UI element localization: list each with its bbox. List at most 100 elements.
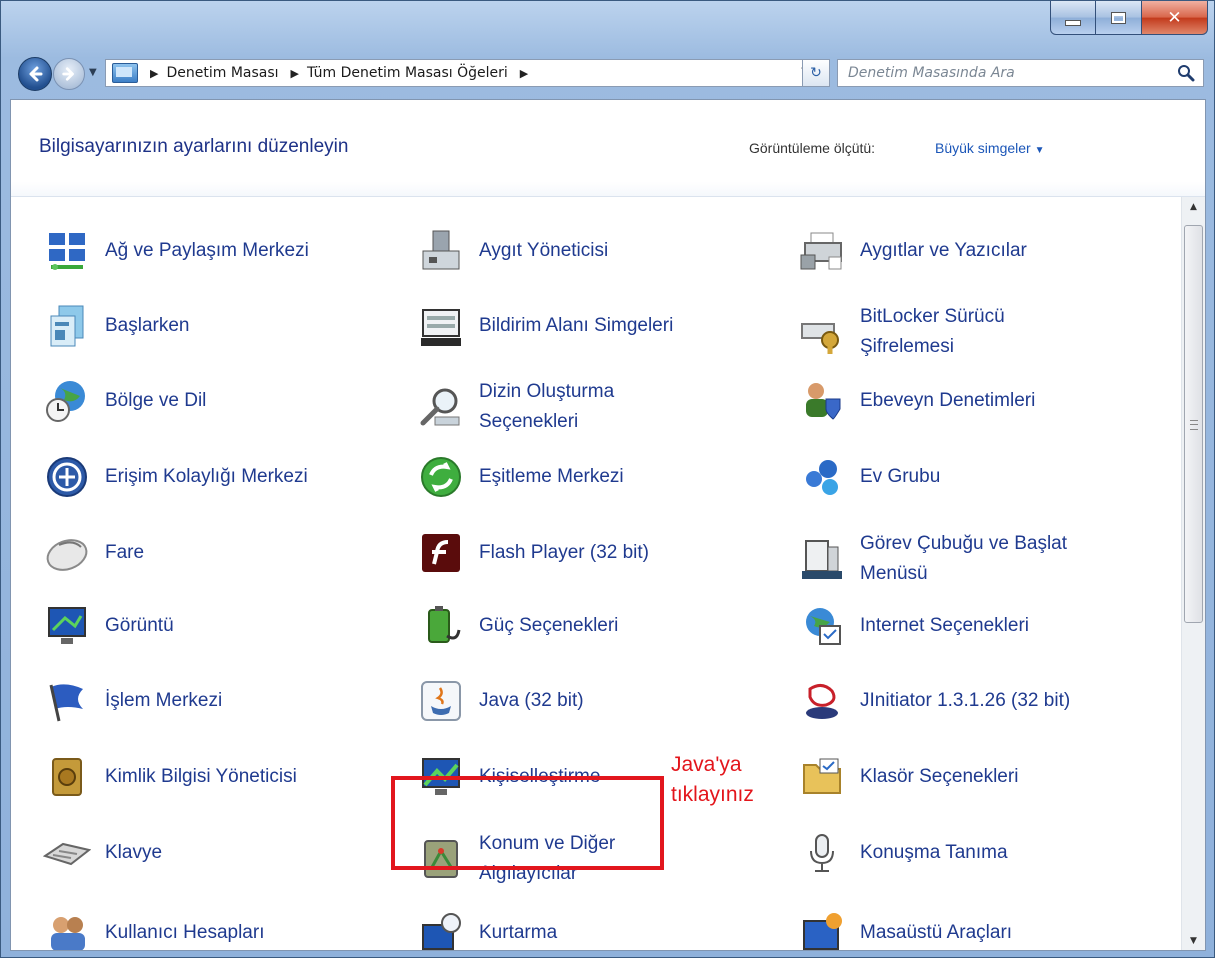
item-label[interactable]: Masaüstü Araçları: [860, 918, 1012, 948]
item-homegroup[interactable]: Ev Grubu: [798, 453, 940, 501]
item-label[interactable]: Aygıt Yöneticisi: [479, 236, 608, 266]
item-region-language[interactable]: Bölge ve Dil: [43, 377, 206, 425]
breadcrumb-separator-icon[interactable]: ▶: [150, 67, 158, 80]
item-action-center[interactable]: İşlem Merkezi: [43, 677, 222, 725]
item-label[interactable]: Klavye: [105, 838, 162, 868]
chevron-down-icon[interactable]: ▼: [1035, 145, 1045, 156]
item-label[interactable]: Fare: [105, 538, 144, 568]
maximize-button[interactable]: [1096, 1, 1142, 35]
item-taskbar-start-menu[interactable]: Görev Çubuğu ve Başlat Menüsü: [798, 529, 1130, 589]
instruction-annotation: Java'ya tıklayınız: [671, 750, 754, 810]
item-label[interactable]: Kurtarma: [479, 918, 557, 948]
item-power-options[interactable]: Güç Seçenekleri: [417, 602, 618, 650]
item-label[interactable]: İşlem Merkezi: [105, 686, 222, 716]
address-bar[interactable]: ▶ Denetim Masası ▶ Tüm Denetim Masası Öğ…: [105, 59, 830, 87]
refresh-icon: ↻: [810, 65, 822, 81]
item-label[interactable]: BitLocker Sürücü Şifrelemesi: [860, 302, 1060, 362]
item-label[interactable]: Başlarken: [105, 311, 190, 341]
vertical-scrollbar[interactable]: ▲ ▼: [1181, 197, 1205, 950]
back-button[interactable]: [18, 57, 52, 91]
mouse-icon: [43, 529, 91, 577]
item-notification-icons[interactable]: Bildirim Alanı Simgeleri: [417, 302, 673, 350]
bitlocker-key-icon: [798, 308, 846, 356]
item-device-manager[interactable]: Aygıt Yöneticisi: [417, 227, 608, 275]
item-label[interactable]: Dizin Oluşturma Seçenekleri: [479, 377, 679, 437]
item-label[interactable]: Bölge ve Dil: [105, 386, 206, 416]
scroll-down-icon[interactable]: ▼: [1182, 931, 1205, 950]
item-getting-started[interactable]: Başlarken: [43, 302, 190, 350]
forward-arrow-icon: [62, 67, 74, 81]
item-label[interactable]: Görev Çubuğu ve Başlat Menüsü: [860, 529, 1130, 589]
item-label[interactable]: Ev Grubu: [860, 462, 940, 492]
recent-pages-dropdown[interactable]: ▼: [89, 67, 97, 78]
desktop-gadgets-icon: [798, 909, 846, 950]
view-by-dropdown[interactable]: Büyük simgeler ▼: [935, 140, 1045, 156]
item-label[interactable]: Aygıtlar ve Yazıcılar: [860, 236, 1027, 266]
item-indexing-options[interactable]: Dizin Oluşturma Seçenekleri: [417, 377, 679, 437]
item-parental-controls[interactable]: Ebeveyn Denetimleri: [798, 377, 1035, 425]
close-icon: ✕: [1167, 7, 1182, 28]
breadcrumb-separator-icon[interactable]: ▶: [520, 67, 528, 80]
view-by-value[interactable]: Büyük simgeler: [935, 140, 1031, 156]
sync-icon: [417, 453, 465, 501]
control-panel-icon: [112, 63, 138, 83]
homegroup-icon: [798, 453, 846, 501]
item-internet-options[interactable]: Internet Seçenekleri: [798, 602, 1029, 650]
view-by-label: Görüntüleme ölçütü:: [749, 140, 876, 156]
item-ease-of-access[interactable]: Erişim Kolaylığı Merkezi: [43, 453, 308, 501]
item-flash-player[interactable]: Flash Player (32 bit): [417, 529, 649, 577]
item-sync-center[interactable]: Eşitleme Merkezi: [417, 453, 624, 501]
item-label[interactable]: Güç Seçenekleri: [479, 611, 618, 641]
item-jinitiator[interactable]: JInitiator 1.3.1.26 (32 bit): [798, 677, 1070, 725]
item-label[interactable]: Ağ ve Paylaşım Merkezi: [105, 236, 309, 266]
item-user-accounts[interactable]: Kullanıcı Hesapları: [43, 909, 264, 950]
item-devices-printers[interactable]: Aygıtlar ve Yazıcılar: [798, 227, 1027, 275]
item-credential-manager[interactable]: Kimlik Bilgisi Yöneticisi: [43, 753, 297, 801]
page-title: Bilgisayarınızın ayarlarını düzenleyin: [39, 136, 349, 157]
item-network-sharing[interactable]: Ağ ve Paylaşım Merkezi: [43, 227, 309, 275]
item-label[interactable]: Erişim Kolaylığı Merkezi: [105, 462, 308, 492]
item-speech-recognition[interactable]: Konuşma Tanıma: [798, 829, 1008, 877]
breadcrumb-all-items[interactable]: Tüm Denetim Masası Öğeleri: [307, 65, 508, 81]
minimize-button[interactable]: [1050, 1, 1096, 35]
item-label[interactable]: Eşitleme Merkezi: [479, 462, 624, 492]
folder-options-icon: [798, 753, 846, 801]
close-button[interactable]: ✕: [1142, 1, 1208, 35]
title-bar[interactable]: ✕: [1, 1, 1214, 47]
scrollbar-thumb[interactable]: [1184, 225, 1203, 623]
scroll-up-icon[interactable]: ▲: [1182, 197, 1205, 217]
item-recovery[interactable]: Kurtarma: [417, 909, 557, 950]
item-folder-options[interactable]: Klasör Seçenekleri: [798, 753, 1018, 801]
item-label[interactable]: Flash Player (32 bit): [479, 538, 649, 568]
item-label[interactable]: Internet Seçenekleri: [860, 611, 1029, 641]
item-label[interactable]: JInitiator 1.3.1.26 (32 bit): [860, 686, 1070, 716]
item-desktop-gadgets[interactable]: Masaüstü Araçları: [798, 909, 1012, 950]
item-bitlocker[interactable]: BitLocker Sürücü Şifrelemesi: [798, 302, 1060, 362]
printer-icon: [798, 227, 846, 275]
breadcrumb-separator-icon[interactable]: ▶: [291, 67, 299, 80]
notification-area-icon: [417, 302, 465, 350]
item-label[interactable]: Kimlik Bilgisi Yöneticisi: [105, 762, 297, 792]
item-label[interactable]: Ebeveyn Denetimleri: [860, 386, 1035, 416]
item-label[interactable]: Kullanıcı Hesapları: [105, 918, 264, 948]
item-label[interactable]: Bildirim Alanı Simgeleri: [479, 311, 673, 341]
search-box[interactable]: Denetim Masasında Ara: [837, 59, 1204, 87]
refresh-button[interactable]: ↻: [802, 59, 830, 87]
search-input[interactable]: Denetim Masasında Ara: [848, 65, 1015, 81]
accessibility-icon: [43, 453, 91, 501]
item-java[interactable]: Java (32 bit): [417, 677, 584, 725]
search-icon[interactable]: [1177, 64, 1195, 82]
item-label[interactable]: Görüntü: [105, 611, 174, 641]
item-keyboard[interactable]: Klavye: [43, 829, 162, 877]
item-display[interactable]: Görüntü: [43, 602, 174, 650]
breadcrumb-control-panel[interactable]: Denetim Masası: [166, 65, 278, 81]
item-label[interactable]: Konuşma Tanıma: [860, 838, 1008, 868]
item-label[interactable]: Klasör Seçenekleri: [860, 762, 1018, 792]
indexing-magnifier-icon: [417, 383, 465, 431]
forward-button[interactable]: [53, 58, 85, 90]
content-header: Bilgisayarınızın ayarlarını düzenleyin G…: [11, 100, 1205, 197]
item-label[interactable]: Java (32 bit): [479, 686, 584, 716]
item-mouse[interactable]: Fare: [43, 529, 144, 577]
annotation-line: Java'ya: [671, 753, 742, 776]
control-panel-window: ✕ ▼ ▶ Denetim Masası ▶ Tüm Denetim Masas…: [0, 0, 1215, 958]
